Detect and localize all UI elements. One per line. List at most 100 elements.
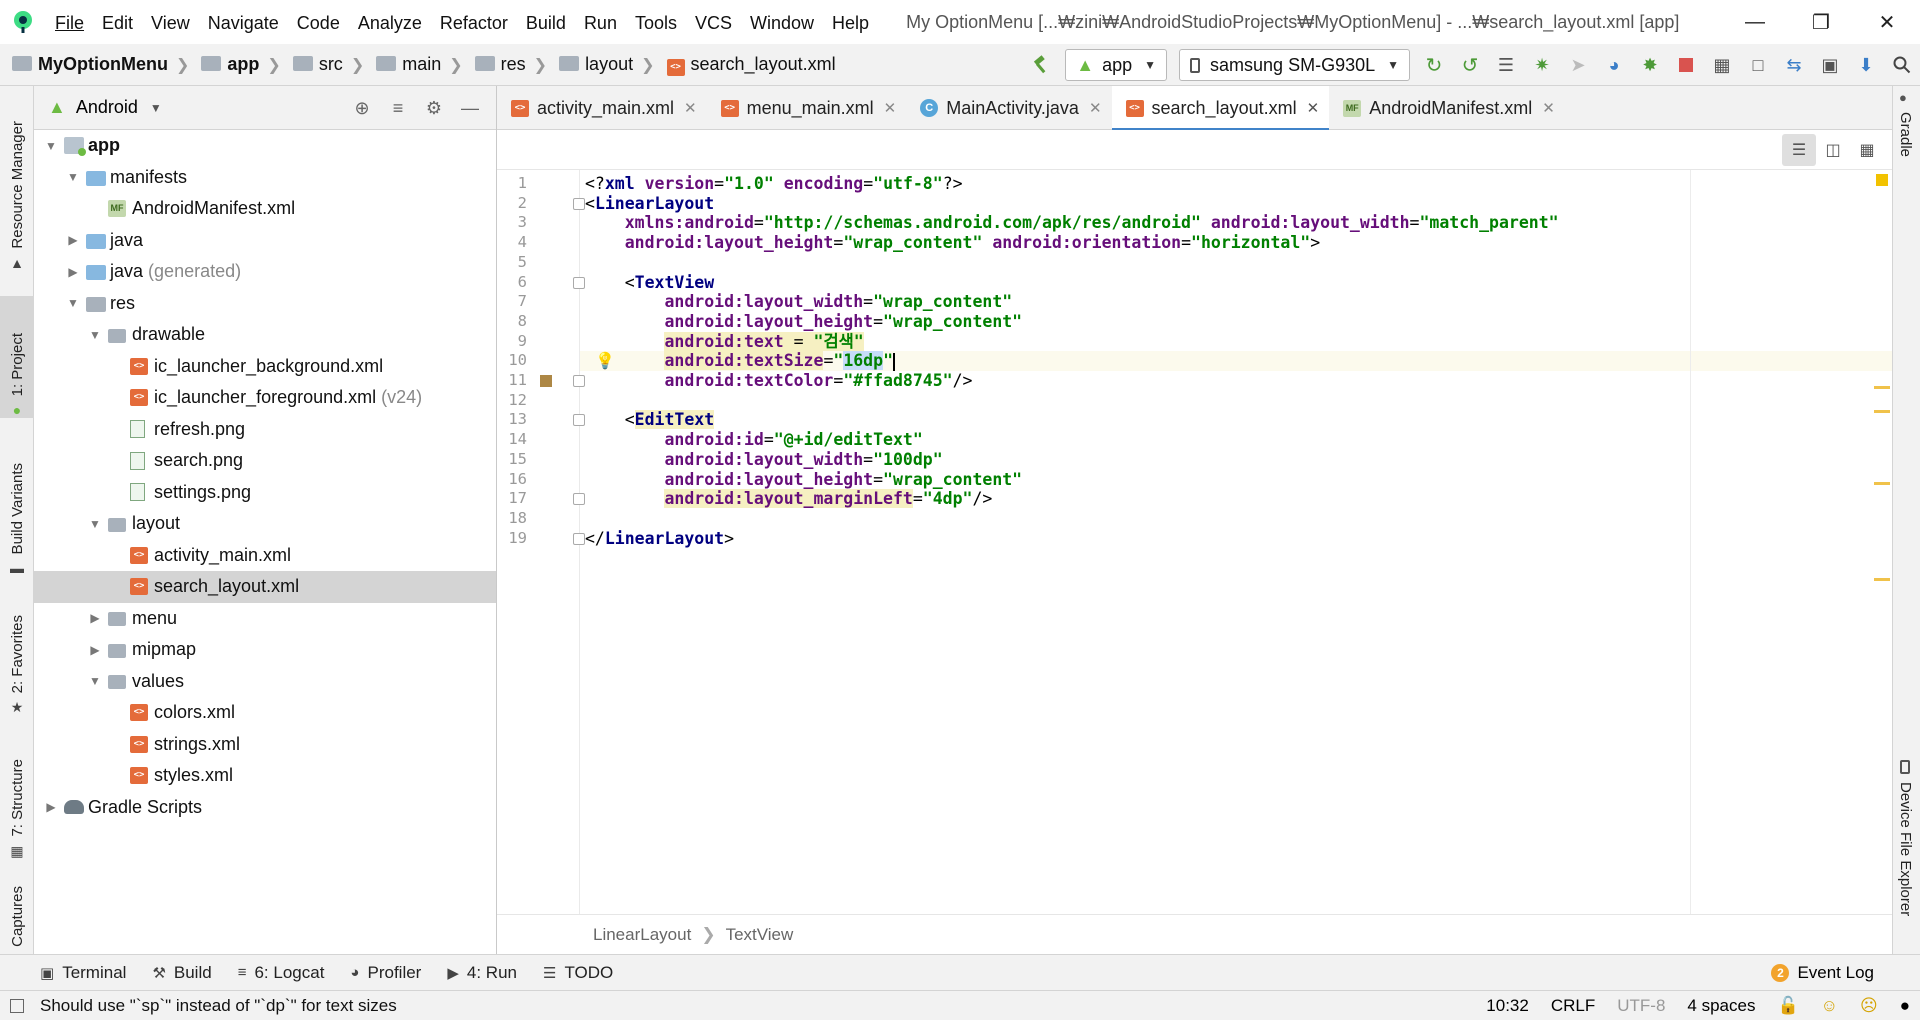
menu-tools[interactable]: Tools: [626, 0, 686, 44]
menu-help[interactable]: Help: [823, 0, 878, 44]
tree-item[interactable]: <> styles.xml: [34, 760, 496, 792]
menu-build[interactable]: Build: [517, 0, 575, 44]
tree-item[interactable]: ▶ menu: [34, 603, 496, 635]
tool-tab-profiler[interactable]: ◕ Profiler: [350, 963, 421, 983]
tree-item[interactable]: ▶ Gradle Scripts: [34, 792, 496, 824]
run-configuration-select[interactable]: ▲ app ▼: [1065, 49, 1168, 81]
menu-window[interactable]: Window: [741, 0, 823, 44]
tree-item[interactable]: <> strings.xml: [34, 729, 496, 761]
menu-refactor[interactable]: Refactor: [431, 0, 517, 44]
indent-setting[interactable]: 4 spaces: [1687, 996, 1755, 1016]
expand-right-icon[interactable]: ▶: [88, 611, 102, 625]
tool-tab-favorites[interactable]: 2: Favorites ★: [0, 596, 34, 716]
tree-item[interactable]: <> activity_main.xml: [34, 540, 496, 572]
restore-button[interactable]: ❐: [1788, 0, 1854, 44]
sad-face-icon[interactable]: ☹: [1860, 996, 1878, 1016]
tool-tab-logcat[interactable]: ≡ 6: Logcat: [238, 963, 325, 983]
tree-item[interactable]: ▶ java: [34, 225, 496, 257]
expand-right-icon[interactable]: ▶: [66, 265, 80, 279]
expand-down-icon[interactable]: ▼: [66, 296, 80, 310]
tree-item[interactable]: <> colors.xml: [34, 697, 496, 729]
expand-down-icon[interactable]: ▼: [88, 674, 102, 688]
sync-gradle-icon[interactable]: ⇆: [1776, 47, 1812, 83]
close-tab-icon[interactable]: ✕: [1089, 99, 1102, 117]
tree-item[interactable]: ▼ manifests: [34, 162, 496, 194]
tool-tab-build-variants[interactable]: Build Variants ▬: [0, 436, 34, 576]
tree-item[interactable]: ▼ res: [34, 288, 496, 320]
tool-tab-captures[interactable]: Captures: [0, 886, 34, 954]
sdk-manager-icon[interactable]: ⬇: [1848, 47, 1884, 83]
tree-item[interactable]: search.png: [34, 445, 496, 477]
tool-tab-todo[interactable]: ☰ TODO: [543, 963, 613, 983]
apply-changes-restart-icon[interactable]: ↻: [1416, 47, 1452, 83]
tree-item[interactable]: settings.png: [34, 477, 496, 509]
tree-item[interactable]: <> ic_launcher_background.xml: [34, 351, 496, 383]
close-tab-icon[interactable]: ✕: [1307, 99, 1320, 117]
close-window-button[interactable]: ✕: [1854, 0, 1920, 44]
tree-item[interactable]: MF AndroidManifest.xml: [34, 193, 496, 225]
breadcrumb-src[interactable]: src ❯: [281, 44, 364, 86]
breadcrumb-textview[interactable]: TextView: [726, 925, 794, 945]
menu-run[interactable]: Run: [575, 0, 626, 44]
device-select[interactable]: samsung SM-G930L ▼: [1179, 49, 1410, 81]
editor-tab[interactable]: MF AndroidManifest.xml ✕: [1329, 86, 1565, 130]
project-view-selector[interactable]: ▲ Android ▼: [48, 97, 162, 118]
editor-tab[interactable]: <> activity_main.xml ✕: [497, 86, 707, 130]
file-encoding[interactable]: UTF-8: [1617, 996, 1665, 1016]
happy-face-icon[interactable]: ☺: [1821, 996, 1838, 1016]
editor-tab[interactable]: <> menu_main.xml ✕: [707, 86, 907, 130]
tool-tab-build[interactable]: ⚒ Build: [152, 963, 211, 983]
expand-down-icon[interactable]: ▼: [44, 139, 58, 153]
tree-item[interactable]: ▼ layout: [34, 508, 496, 540]
event-log-button[interactable]: 2 Event Log: [1771, 955, 1874, 991]
breadcrumb-project[interactable]: MyOptionMenu ❯: [0, 44, 189, 86]
tool-tab-project[interactable]: 1: Project ●: [0, 296, 34, 418]
menu-analyze[interactable]: Analyze: [349, 0, 431, 44]
tree-item[interactable]: refresh.png: [34, 414, 496, 446]
caret-position[interactable]: 10:32: [1486, 996, 1529, 1016]
line-separator[interactable]: CRLF: [1551, 996, 1595, 1016]
attach-debugger-icon[interactable]: ➤: [1560, 47, 1596, 83]
tree-item[interactable]: ▶ java (generated): [34, 256, 496, 288]
avd-manager-icon[interactable]: □: [1740, 47, 1776, 83]
close-tab-icon[interactable]: ✕: [1542, 99, 1555, 117]
editor-tab[interactable]: <> search_layout.xml ✕: [1111, 86, 1330, 131]
tool-tab-run[interactable]: ▶ 4: Run: [447, 963, 517, 983]
project-structure-icon[interactable]: ▦: [1704, 47, 1740, 83]
menu-vcs[interactable]: VCS: [686, 0, 741, 44]
collapse-all-icon[interactable]: ≡: [380, 98, 416, 119]
breadcrumb-layout[interactable]: layout ❯: [547, 44, 655, 86]
design-view-icon[interactable]: ▦: [1850, 134, 1884, 166]
make-project-hammer-icon[interactable]: [1023, 47, 1059, 83]
menu-edit[interactable]: Edit: [93, 0, 142, 44]
menu-code[interactable]: Code: [288, 0, 349, 44]
expand-down-icon[interactable]: ▼: [66, 170, 80, 184]
device-manager-icon[interactable]: ▣: [1812, 47, 1848, 83]
expand-down-icon[interactable]: ▼: [88, 328, 102, 342]
breadcrumb-file[interactable]: <> search_layout.xml: [655, 44, 836, 86]
menu-view[interactable]: View: [142, 0, 199, 44]
apply-code-changes-icon[interactable]: ↺: [1452, 47, 1488, 83]
code-area[interactable]: <?xml version="1.0" encoding="utf-8"?> <L…: [580, 170, 1892, 914]
editor-error-stripe[interactable]: [1872, 170, 1892, 914]
editor-tab[interactable]: C MainActivity.java ✕: [906, 86, 1111, 130]
expand-right-icon[interactable]: ▶: [44, 800, 58, 814]
breadcrumb-res[interactable]: res ❯: [463, 44, 547, 86]
split-view-icon[interactable]: ◫: [1816, 134, 1850, 166]
gear-icon[interactable]: ⚙: [416, 98, 452, 119]
code-view-icon[interactable]: ☰: [1782, 134, 1816, 166]
tree-item[interactable]: <> search_layout.xml: [34, 571, 496, 603]
tree-item[interactable]: ▼ values: [34, 666, 496, 698]
minimize-button[interactable]: —: [1722, 0, 1788, 44]
debug-bug-icon[interactable]: ✷: [1524, 47, 1560, 83]
tree-item[interactable]: ▼ drawable: [34, 319, 496, 351]
tool-tab-structure[interactable]: 7: Structure ▦: [0, 738, 34, 860]
tool-tab-resource-manager[interactable]: Resource Manager ▲: [0, 106, 34, 271]
breadcrumb-linearlayout[interactable]: LinearLayout: [593, 925, 691, 945]
menu-file[interactable]: File: [46, 0, 93, 44]
inspector-hat-icon[interactable]: ●: [1900, 996, 1910, 1016]
tool-tab-gradle[interactable]: ● Gradle: [1893, 90, 1920, 210]
tool-tab-terminal[interactable]: ▣ Terminal: [40, 963, 126, 983]
expand-right-icon[interactable]: ▶: [66, 233, 80, 247]
stop-icon[interactable]: [1668, 47, 1704, 83]
